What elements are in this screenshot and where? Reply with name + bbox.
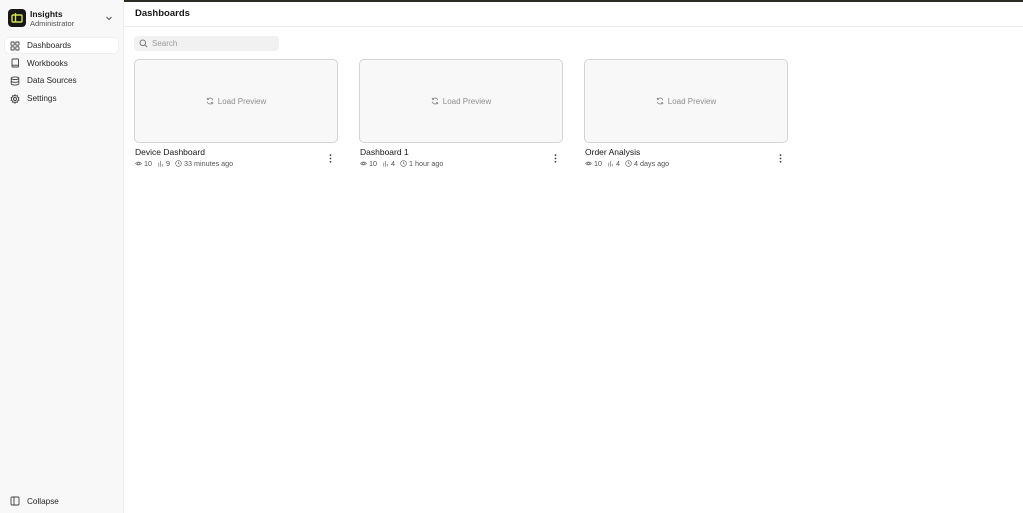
modified-time: 1 hour ago <box>409 159 444 168</box>
load-preview-label: Load Preview <box>667 96 717 106</box>
sidebar-nav: Dashboards Workbooks Data Sources Settin… <box>5 38 118 109</box>
card-meta: 10 4 4 days ago <box>585 159 674 168</box>
gear-icon <box>10 93 20 104</box>
modified-time: 4 days ago <box>634 159 670 168</box>
card-title[interactable]: Dashboard 1 <box>360 147 409 157</box>
modified-time: 33 minutes ago <box>184 159 234 168</box>
view-count: 10 <box>369 159 377 168</box>
user-role: Administrator <box>30 19 75 28</box>
page-title: Dashboards <box>135 8 190 19</box>
users-icon <box>608 160 613 167</box>
load-preview-button[interactable]: Load Preview <box>359 59 563 143</box>
collapse-button[interactable]: Collapse <box>10 495 59 507</box>
page-header: Dashboards <box>124 2 1023 27</box>
view-count: 10 <box>144 159 152 168</box>
sidebar-item-label: Settings <box>27 94 57 104</box>
card-meta: 10 4 1 hour ago <box>360 159 448 168</box>
app-switcher[interactable]: Insights Administrator <box>7 9 117 29</box>
card-title[interactable]: Device Dashboard <box>135 147 205 157</box>
dashboard-card[interactable]: Load Preview Device Dashboard 10 9 33 mi… <box>134 59 338 171</box>
clock-icon <box>625 160 632 167</box>
dashboard-card[interactable]: Load Preview Dashboard 1 10 4 1 hour ago <box>359 59 563 171</box>
sidebar-item-label: Data Sources <box>27 76 77 86</box>
search-input[interactable] <box>152 39 272 48</box>
chevron-down-icon <box>106 16 112 21</box>
refresh-icon <box>656 97 663 105</box>
refresh-icon <box>206 97 213 105</box>
card-menu-button[interactable] <box>551 152 559 164</box>
chart-count: 4 <box>616 159 620 168</box>
load-preview-label: Load Preview <box>217 96 267 106</box>
eye-icon <box>360 161 367 166</box>
load-preview-button[interactable]: Load Preview <box>584 59 788 143</box>
card-menu-button[interactable] <box>776 152 784 164</box>
sidebar-item-workbooks[interactable]: Workbooks <box>5 56 118 71</box>
dashboard-card[interactable]: Load Preview Order Analysis 10 4 4 days … <box>584 59 788 171</box>
sidebar-item-label: Workbooks <box>27 58 68 68</box>
grid-icon <box>10 41 20 51</box>
more-vertical-icon <box>329 153 331 163</box>
sidebar-item-settings[interactable]: Settings <box>5 91 118 106</box>
sidebar-item-data-sources[interactable]: Data Sources <box>5 73 118 88</box>
clock-icon <box>175 160 182 167</box>
card-meta: 10 9 33 minutes ago <box>135 159 238 168</box>
more-vertical-icon <box>554 153 556 163</box>
more-vertical-icon <box>779 153 781 163</box>
sidebar-item-label: Dashboards <box>27 41 72 50</box>
insights-logo-icon <box>8 9 26 27</box>
eye-icon <box>585 161 592 166</box>
search-box[interactable] <box>134 36 279 51</box>
collapse-label: Collapse <box>27 496 59 506</box>
card-title[interactable]: Order Analysis <box>585 147 640 157</box>
card-menu-button[interactable] <box>326 152 334 164</box>
database-icon <box>10 76 20 86</box>
eye-icon <box>135 161 142 166</box>
search-icon <box>139 39 148 48</box>
users-icon <box>158 160 163 167</box>
sidebar: Insights Administrator Dashboards Workbo… <box>0 0 124 513</box>
refresh-icon <box>431 97 438 105</box>
view-count: 10 <box>594 159 602 168</box>
load-preview-label: Load Preview <box>442 96 492 106</box>
clock-icon <box>400 160 407 167</box>
load-preview-button[interactable]: Load Preview <box>134 59 338 143</box>
users-icon <box>383 160 388 167</box>
sidebar-item-dashboards[interactable]: Dashboards <box>5 38 118 53</box>
chart-count: 4 <box>391 159 395 168</box>
book-icon <box>10 58 20 68</box>
chart-count: 9 <box>166 159 170 168</box>
app-name: Insights <box>30 9 63 19</box>
sidebar-collapse-icon <box>10 496 20 506</box>
